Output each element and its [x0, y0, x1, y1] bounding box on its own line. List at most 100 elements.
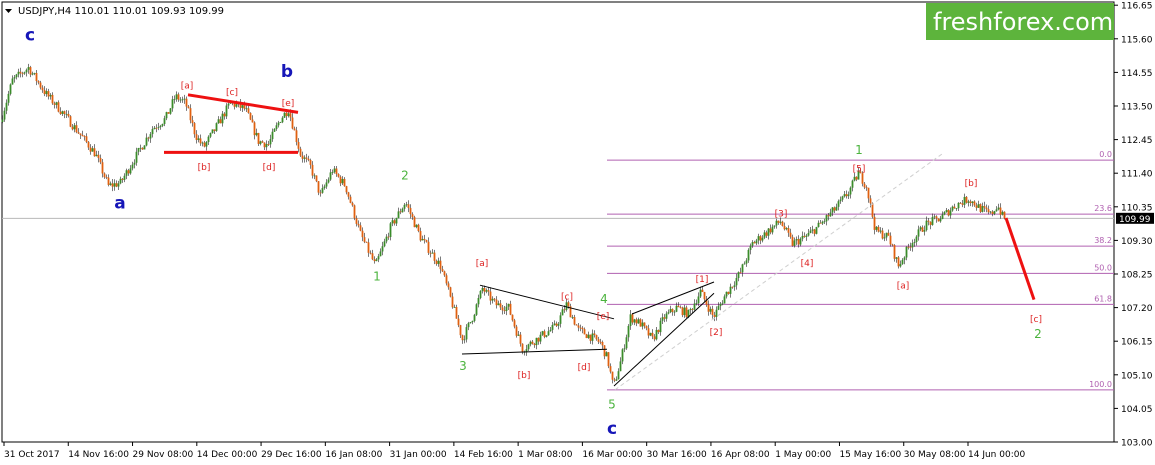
- chart-header: USDJPY,H4 110.01 110.01 109.93 109.99: [5, 6, 224, 17]
- candle-body: [641, 322, 644, 327]
- candle-body: [531, 341, 534, 344]
- candle-body: [499, 303, 502, 308]
- candle-body: [203, 142, 206, 147]
- candle-body: [1, 119, 4, 122]
- candle-body: [509, 303, 512, 315]
- candle-body: [137, 148, 140, 152]
- candle-body: [365, 241, 368, 243]
- candle-body: [331, 172, 334, 173]
- candle-body: [445, 275, 448, 284]
- candle-body: [817, 222, 820, 227]
- candle-body: [891, 244, 894, 246]
- candle-body: [511, 314, 514, 321]
- candle-body: [429, 252, 432, 254]
- candle-body: [983, 206, 986, 208]
- candle-body: [833, 207, 836, 211]
- x-tick-label: 30 May 08:00: [904, 450, 966, 460]
- x-tick-label: 14 Feb 16:00: [454, 450, 513, 460]
- candle-body: [1003, 211, 1006, 219]
- candle-body: [881, 230, 884, 239]
- candle-body: [357, 223, 360, 226]
- candle-body: [175, 94, 178, 100]
- candle-body: [105, 177, 108, 178]
- y-tick-label: 105.10: [1121, 371, 1153, 381]
- candle-body: [403, 204, 406, 209]
- candle-body: [755, 240, 758, 244]
- candle-body: [953, 206, 956, 209]
- candle-body: [369, 252, 372, 254]
- candle-body: [685, 307, 688, 318]
- candle-body: [327, 179, 330, 183]
- candle-body: [885, 232, 888, 238]
- candle-body: [487, 290, 490, 292]
- candle-body: [679, 307, 682, 308]
- candle-body: [257, 132, 260, 144]
- candle-body: [25, 69, 28, 73]
- candle-body: [529, 341, 532, 345]
- candle-body: [709, 308, 712, 312]
- candle-body: [765, 232, 768, 236]
- candle-body: [389, 223, 392, 237]
- wave-label: 1: [373, 269, 381, 283]
- candle-body: [963, 196, 966, 205]
- candle-body: [449, 287, 452, 297]
- candle-body: [945, 210, 948, 213]
- candle-body: [967, 201, 970, 203]
- wave-label: [d]: [263, 163, 276, 173]
- candle-body: [91, 148, 94, 152]
- candle-body: [295, 130, 298, 142]
- candle-body: [745, 260, 748, 264]
- candle-body: [697, 296, 700, 304]
- wave-label: [4]: [801, 259, 814, 269]
- candle-body: [675, 305, 678, 312]
- candle-body: [399, 211, 402, 213]
- candle-body: [613, 379, 616, 381]
- candle-body: [275, 125, 278, 129]
- candle-body: [887, 232, 890, 236]
- current-price-tag: 109.99: [1116, 212, 1154, 225]
- candle-body: [215, 123, 218, 131]
- candle-body: [89, 147, 92, 152]
- candle-body: [739, 272, 742, 274]
- candle-body: [21, 73, 24, 75]
- candle-body: [453, 306, 456, 308]
- candle-body: [611, 371, 614, 380]
- candle-body: [919, 227, 922, 230]
- candle-body: [19, 71, 22, 74]
- candle-body: [847, 194, 850, 197]
- candle-body: [343, 178, 346, 187]
- y-tick-label: 104.05: [1121, 405, 1153, 415]
- candle-body: [997, 207, 1000, 210]
- candle-body: [809, 230, 812, 233]
- candle-body: [527, 344, 530, 350]
- candle-body: [349, 196, 352, 203]
- candle-body: [161, 123, 164, 126]
- candle-body: [93, 148, 96, 157]
- candle-body: [915, 236, 918, 243]
- candle-body: [47, 91, 50, 97]
- x-tick-label: 29 Dec 16:00: [261, 450, 322, 460]
- candle-body: [131, 164, 134, 169]
- candle-body: [265, 144, 268, 148]
- candle-body: [181, 99, 184, 101]
- candle-body: [825, 215, 828, 222]
- candle-body: [153, 127, 156, 130]
- candle-body: [701, 289, 704, 293]
- candle-body: [533, 343, 536, 346]
- y-tick-label: 106.15: [1121, 338, 1153, 348]
- candle-body: [795, 239, 798, 241]
- candle-body: [699, 289, 702, 297]
- candle-body: [555, 323, 558, 326]
- candle-body: [1001, 211, 1004, 215]
- candle-body: [303, 157, 306, 159]
- candle-body: [77, 132, 80, 134]
- candle-body: [443, 271, 446, 276]
- y-tick-label: 112.45: [1121, 136, 1153, 146]
- candle-body: [423, 238, 426, 241]
- candle-body: [81, 134, 84, 137]
- fib-level-label: 50.0: [1094, 263, 1112, 272]
- candle-body: [737, 272, 740, 278]
- candle-body: [277, 122, 280, 126]
- candle-body: [719, 303, 722, 307]
- wave-label: 3: [459, 359, 467, 373]
